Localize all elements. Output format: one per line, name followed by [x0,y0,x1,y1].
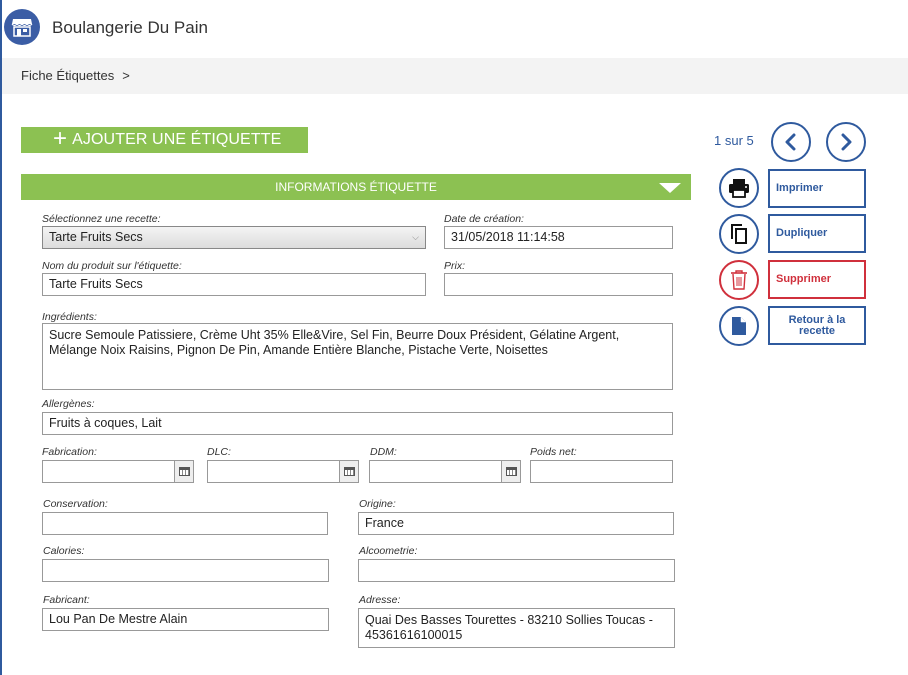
conservation-label: Conservation: [43,498,108,510]
storefront-icon [4,9,40,45]
calories-field[interactable] [42,559,329,582]
price-field[interactable] [444,273,673,296]
print-icon-button[interactable] [719,168,759,208]
calendar-icon[interactable] [174,461,193,482]
chevron-right-icon [841,133,852,151]
duplicate-icon-button[interactable] [719,214,759,254]
allergens-field[interactable]: Fruits à coques, Lait [42,412,673,435]
recipe-select[interactable]: Tarte Fruits Secs ⌵ [42,226,426,249]
price-label: Prix: [444,260,465,272]
chevron-down-icon: ⌵ [412,232,419,242]
app-title: Boulangerie Du Pain [52,18,208,37]
previous-button[interactable] [771,122,811,162]
created-label: Date de création: [444,213,524,225]
product-name-label: Nom du produit sur l'étiquette: [42,260,182,272]
calendar-icon[interactable] [501,461,520,482]
ddm-label: DDM: [370,446,397,458]
print-button[interactable]: Imprimer [768,169,866,208]
pager-text: 1 sur 5 [714,133,754,148]
chevron-left-icon [785,133,796,151]
breadcrumb-separator: > [122,68,130,83]
alcohol-field[interactable] [358,559,675,582]
app-header: Boulangerie Du Pain [2,0,908,58]
dlc-label: DLC: [207,446,231,458]
breadcrumb: Fiche Étiquettes > [2,58,908,94]
ingredients-textarea[interactable]: Sucre Semoule Patissiere, Crème Uht 35% … [42,323,673,390]
net-weight-field[interactable] [530,460,673,483]
back-icon-button[interactable] [719,306,759,346]
fabrication-label: Fabrication: [42,446,97,458]
printer-icon [729,179,749,198]
product-name-field[interactable]: Tarte Fruits Secs [42,273,426,296]
triangle-down-icon[interactable] [659,183,681,193]
address-field[interactable]: Quai Des Basses Tourettes - 83210 Sollie… [358,608,675,648]
created-date-field[interactable]: 31/05/2018 11:14:58 [444,226,673,249]
breadcrumb-item[interactable]: Fiche Étiquettes [21,68,114,83]
fabrication-date-field[interactable] [42,460,194,483]
recipe-label: Sélectionnez une recette: [42,213,161,225]
add-label-button[interactable]: + AJOUTER UNE ÉTIQUETTE [21,124,308,153]
next-button[interactable] [826,122,866,162]
duplicate-button[interactable]: Dupliquer [768,214,866,253]
section-header-label-info[interactable]: INFORMATIONS ÉTIQUETTE [21,174,691,200]
delete-button[interactable]: Supprimer [768,260,866,299]
section-title: INFORMATIONS ÉTIQUETTE [275,180,437,194]
origin-field[interactable]: France [358,512,674,535]
ingredients-label: Ingrédients: [42,311,97,323]
origin-label: Origine: [359,498,396,510]
plus-icon: + [53,124,68,152]
ddm-date-field[interactable] [369,460,521,483]
address-label: Adresse: [359,594,401,606]
document-icon [732,317,746,335]
add-label-text: AJOUTER UNE ÉTIQUETTE [72,131,282,148]
calories-label: Calories: [43,545,85,557]
calendar-icon[interactable] [339,461,358,482]
net-weight-label: Poids net: [530,446,577,458]
back-to-recipe-button[interactable]: Retour à la recette [768,306,866,345]
copy-icon [731,224,747,244]
recipe-select-value: Tarte Fruits Secs [49,230,143,244]
manufacturer-field[interactable]: Lou Pan De Mestre Alain [42,608,329,631]
page: Boulangerie Du Pain Fiche Étiquettes > + … [0,0,908,675]
manufacturer-label: Fabricant: [43,594,90,606]
alcohol-label: Alcoometrie: [359,545,418,557]
conservation-field[interactable] [42,512,328,535]
allergens-label: Allergènes: [42,398,95,410]
delete-icon-button[interactable] [719,260,759,300]
trash-icon [731,270,747,290]
dlc-date-field[interactable] [207,460,359,483]
